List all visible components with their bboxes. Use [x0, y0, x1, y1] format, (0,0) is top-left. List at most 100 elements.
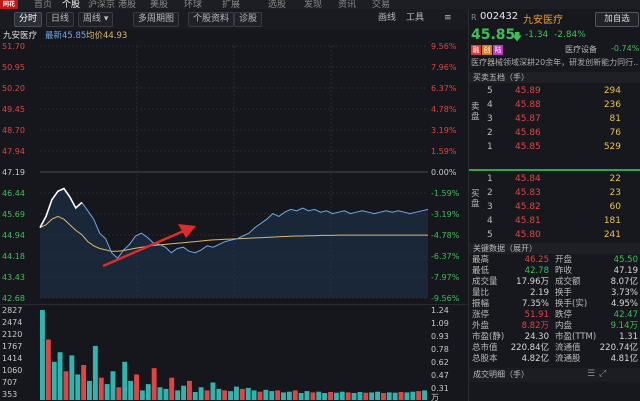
volume-bar	[322, 393, 328, 400]
order-row[interactable]: 2 45.83 23	[469, 187, 640, 199]
sector-name[interactable]: 医疗设备	[565, 44, 597, 55]
vol-tick-left: 2827	[2, 306, 22, 315]
y-tick-left: 44.94	[2, 231, 25, 240]
nav-item-8[interactable]: 发现	[304, 0, 322, 9]
stat-label: 昨收	[555, 266, 573, 276]
toolbar-button-5[interactable]: 诊股	[234, 12, 263, 27]
nav-item-1[interactable]: 个股	[62, 0, 80, 9]
y-tick-right: -1.59%	[431, 189, 460, 198]
vol-tick-right: 0.78	[431, 345, 449, 354]
stat-label: 成交量	[472, 277, 498, 287]
order-row[interactable]: 3 45.87 81	[469, 113, 640, 125]
stock-code: 002432	[480, 11, 519, 22]
order-level: 2	[487, 128, 493, 138]
sell-orders: 5 45.89 294 4 45.88 236 3 45.87 81 2 45.86 76 1 45.85…	[469, 85, 640, 170]
y-tick-right: -7.97%	[431, 273, 460, 282]
toolbar-link-2[interactable]: ≡	[444, 12, 452, 25]
toolbar-button-2[interactable]: 周线 ▾	[78, 12, 114, 27]
volume-bar	[269, 391, 275, 400]
stat-row: 振幅 7.35% 换手(实) 4.95%	[469, 299, 640, 310]
toolbar-button-0[interactable]: 分时	[14, 12, 43, 27]
stock-description[interactable]: 医疗器械领域深耕20余年，研发创新能力同行...	[471, 57, 639, 68]
volume-bar	[40, 310, 45, 400]
toolbar-link-1[interactable]: 工具	[406, 12, 424, 25]
volume-bar	[51, 361, 57, 400]
order-price: 45.82	[515, 202, 541, 212]
volume-bar	[116, 387, 122, 400]
stat-label: 成交额	[555, 277, 581, 287]
toolbar-button-3[interactable]: 多周期图	[133, 12, 180, 27]
stat-label: 市盈(静)	[472, 332, 505, 342]
toolbar-button-1[interactable]: 日线	[46, 12, 75, 27]
toolbar-button-4[interactable]: 个股资料	[188, 12, 235, 27]
volume-bar	[139, 390, 145, 400]
stock-tag: 创	[482, 45, 492, 55]
order-row[interactable]: 1 45.84 22	[469, 173, 640, 185]
nav-item-9[interactable]: 资讯	[338, 0, 356, 9]
order-row[interactable]: 4 45.88 236	[469, 99, 640, 111]
order-row[interactable]: 5 45.80 241	[469, 229, 640, 241]
volume-bar	[304, 391, 310, 400]
volume-bar	[122, 361, 128, 400]
trade-detail-header[interactable]: 成交明细（手）	[469, 368, 640, 382]
volume-bar	[75, 374, 81, 400]
order-row[interactable]: 3 45.82 60	[469, 201, 640, 213]
orderbook-header[interactable]: 买卖五档（手）	[469, 72, 640, 83]
volume-bar	[175, 390, 181, 400]
stat-label: 开盘	[555, 255, 573, 265]
volume-chart[interactable]: 2827 2474 2120 1767 1414 1060 707 353 1.24 1.09 0.…	[0, 304, 468, 401]
list-icon[interactable]: ☰	[587, 369, 595, 379]
add-watchlist-button[interactable]: 加自选	[595, 12, 639, 27]
volume-bar	[98, 377, 104, 400]
stat-row: 总股本 4.82亿 流通股 4.81亿	[469, 354, 640, 365]
y-tick-right: -9.56%	[431, 294, 460, 303]
stat-label: 换手	[555, 288, 573, 298]
price-change-pct: -2.84%	[554, 30, 586, 40]
stat-label: 最高	[472, 255, 490, 265]
volume-bar	[328, 392, 333, 400]
nav-item-2[interactable]: 沪深京	[88, 0, 115, 9]
order-price: 45.89	[515, 86, 541, 96]
nav-item-4[interactable]: 美股	[150, 0, 168, 9]
nav-item-7[interactable]: 选股	[268, 0, 286, 9]
order-row[interactable]: 5 45.89 294	[469, 85, 640, 97]
order-row[interactable]: 2 45.86 76	[469, 127, 640, 139]
nav-item-3[interactable]: 港股	[118, 0, 136, 9]
y-tick-right: 1.59%	[431, 147, 457, 156]
stat-label: 跌停	[555, 310, 573, 320]
order-price: 45.87	[515, 114, 541, 124]
toolbar-link-0[interactable]: 画线	[378, 12, 396, 25]
stat-row: 最高 46.25 开盘 45.50	[469, 255, 640, 266]
volume-bar	[410, 391, 416, 400]
order-volume: 60	[609, 202, 621, 212]
stat-value: 8.82万	[521, 321, 549, 331]
order-price: 45.85	[515, 142, 541, 152]
stat-value: 9.14万	[610, 321, 638, 331]
stats-header[interactable]: 关键数据（展开）	[469, 243, 640, 254]
order-row[interactable]: 1 45.85 529	[469, 141, 640, 153]
expand-icon[interactable]: ⤢	[599, 369, 606, 379]
current-price: 45.85	[471, 27, 516, 43]
volume-bar	[351, 393, 357, 400]
nav-item-0[interactable]: 首页	[34, 0, 52, 9]
stat-value: 4.81亿	[610, 354, 638, 364]
volume-bar	[363, 392, 369, 400]
volume-bar	[257, 391, 263, 400]
nav-item-5[interactable]: 环球	[184, 0, 202, 9]
volume-bar	[333, 392, 339, 400]
volume-bar	[404, 392, 410, 400]
vol-tick-left: 2474	[2, 318, 22, 327]
volume-bar	[310, 392, 316, 400]
nav-item-10[interactable]: 交易	[372, 0, 390, 9]
volume-bar	[292, 390, 298, 400]
nav-item-6[interactable]: 扩展	[222, 0, 240, 9]
vol-tick-right: 0.47	[431, 371, 449, 380]
y-tick-left: 48.70	[2, 126, 25, 135]
y-tick-left: 49.45	[2, 105, 25, 114]
price-chart[interactable]: 51.70 9.56% 50.95 7.96% 50.20 6.37% 49.45 4.78%…	[0, 40, 468, 303]
order-row[interactable]: 4 45.81 181	[469, 215, 640, 227]
stat-value: 42.78	[524, 266, 549, 276]
order-level: 4	[487, 216, 493, 226]
vol-tick-right: 0.31	[431, 384, 449, 393]
stat-label: 内盘	[555, 321, 573, 331]
